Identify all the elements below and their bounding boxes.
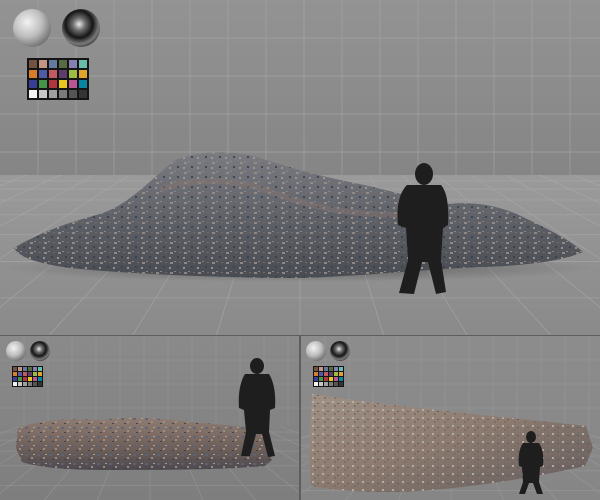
color-checker-swatch [314,382,318,386]
color-checker-swatch [23,382,27,386]
color-checker-swatch [324,367,328,371]
color-checker-swatch [59,60,67,68]
color-checker-swatch [69,70,77,78]
color-checker-swatch [29,80,37,88]
color-checker-swatch [38,377,42,381]
color-checker-swatch [334,367,338,371]
color-checker-swatch [339,367,343,371]
color-checker-swatch [314,377,318,381]
color-checker-swatch [79,80,87,88]
color-checker-swatch [29,70,37,78]
color-checker-swatch [18,377,22,381]
color-checker-swatch [329,382,333,386]
color-checker-swatch [329,367,333,371]
color-checker-swatch [29,60,37,68]
color-checker-swatch [38,372,42,376]
color-checker-swatch [339,377,343,381]
color-checker-swatch [334,382,338,386]
matte-sphere [13,9,51,47]
color-checker-swatch [79,70,87,78]
color-checker-swatch [319,382,323,386]
color-checker-swatch [79,60,87,68]
color-checker-swatch [329,377,333,381]
color-checker-card [12,366,43,387]
color-checker-swatch [39,60,47,68]
color-checker-swatch [69,80,77,88]
color-checker-swatch [33,377,37,381]
color-checker-swatch [339,372,343,376]
matte-sphere [306,341,326,361]
bottom-right-render-canvas [301,336,600,500]
matte-sphere [6,341,26,361]
bottom-right-render-panel [301,336,600,500]
chrome-sphere [330,341,350,361]
color-checker-swatch [339,382,343,386]
bottom-left-render-canvas [0,336,299,500]
color-checker-swatch [49,60,57,68]
color-checker-swatch [18,367,22,371]
color-checker-swatch [49,90,57,98]
color-checker-swatch [28,367,32,371]
color-checker-swatch [23,367,27,371]
color-checker-swatch [69,90,77,98]
bottom-left-render-panel [0,336,299,500]
main-render-panel [0,0,600,335]
color-checker-swatch [28,382,32,386]
color-checker-swatch [324,382,328,386]
color-checker-swatch [334,372,338,376]
color-checker-swatch [13,382,17,386]
color-checker-swatch [28,377,32,381]
color-checker-swatch [38,367,42,371]
color-checker-card [27,58,89,100]
color-checker-swatch [39,90,47,98]
color-checker-swatch [319,367,323,371]
color-checker-swatch [324,372,328,376]
color-checker-swatch [13,377,17,381]
chrome-sphere [30,341,50,361]
color-checker-swatch [33,382,37,386]
color-checker-swatch [13,367,17,371]
color-checker-swatch [23,372,27,376]
color-checker-swatch [59,90,67,98]
color-checker-swatch [33,372,37,376]
color-checker-swatch [319,377,323,381]
color-checker-swatch [38,382,42,386]
color-checker-swatch [319,372,323,376]
color-checker-swatch [23,377,27,381]
color-checker-swatch [314,372,318,376]
color-checker-swatch [39,80,47,88]
color-checker-card [313,366,344,387]
color-checker-swatch [28,372,32,376]
color-checker-swatch [59,80,67,88]
main-render-canvas [0,0,600,335]
color-checker-swatch [49,80,57,88]
color-checker-swatch [29,90,37,98]
chrome-sphere [62,9,100,47]
color-checker-swatch [69,60,77,68]
color-checker-swatch [39,70,47,78]
color-checker-swatch [334,377,338,381]
color-checker-swatch [18,382,22,386]
color-checker-swatch [314,367,318,371]
color-checker-swatch [18,372,22,376]
color-checker-swatch [13,372,17,376]
color-checker-swatch [49,70,57,78]
color-checker-swatch [59,70,67,78]
color-checker-swatch [329,372,333,376]
color-checker-swatch [79,90,87,98]
color-checker-swatch [324,377,328,381]
color-checker-swatch [33,367,37,371]
